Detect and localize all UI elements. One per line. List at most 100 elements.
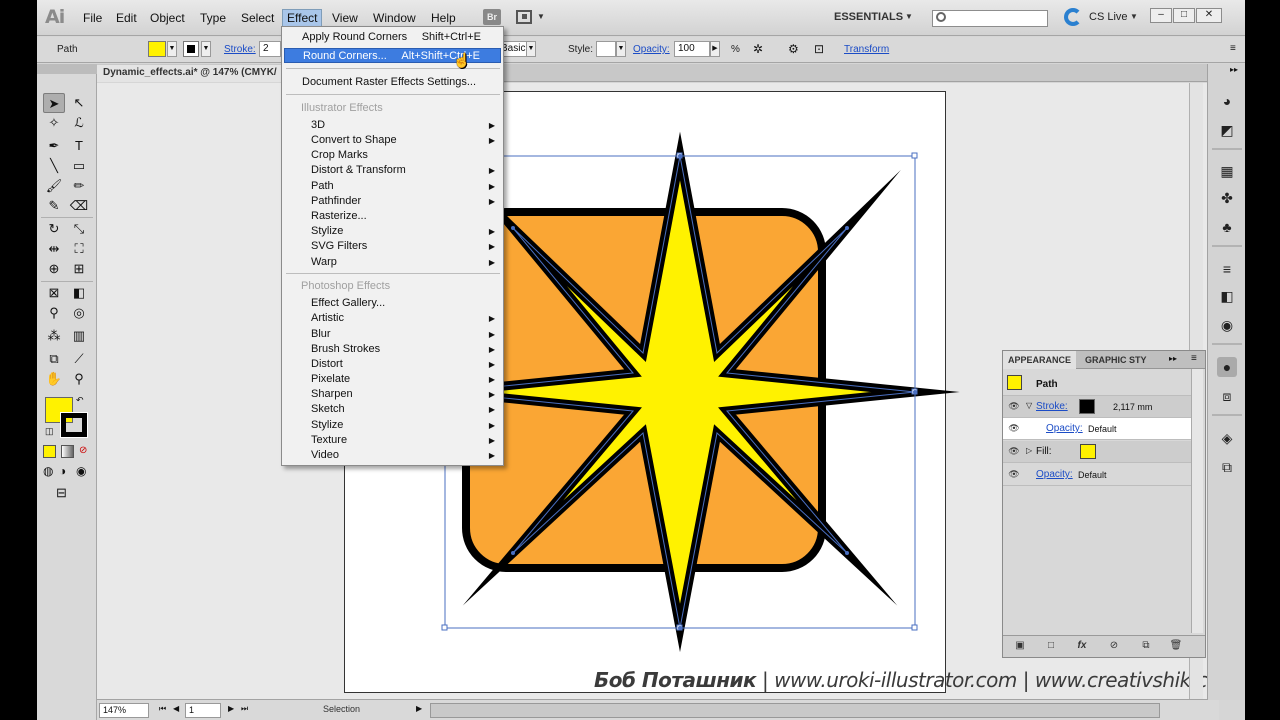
menu-item-apply-last-effect[interactable]: Apply Round Corners Shift+Ctrl+E	[284, 30, 501, 45]
chevron-down-icon[interactable]: ▼	[905, 12, 913, 21]
menu-item-3d[interactable]: 3D ▶	[284, 118, 501, 133]
menu-item-sharpen[interactable]: Sharpen ▶	[284, 387, 501, 402]
previous-artboard-icon[interactable]: ◀	[173, 704, 179, 713]
color-guide-icon[interactable]: ◩	[1217, 120, 1237, 140]
shape-builder-tool-icon[interactable]: ⊕	[43, 259, 65, 279]
document-tab[interactable]: Dynamic_effects.ai* @ 147% (CMYK/	[97, 65, 284, 82]
menu-item-stylize-photoshop[interactable]: Stylize ▶	[284, 418, 501, 433]
chevron-down-icon[interactable]: ▼	[1130, 12, 1138, 21]
stroke-opacity-row[interactable]: 👁 Opacity: Default	[1003, 418, 1191, 440]
color-mode-icon[interactable]	[43, 445, 56, 458]
menu-item-path[interactable]: Path ▶	[284, 179, 501, 194]
panel-menu-icon[interactable]: ≡	[1230, 43, 1236, 54]
bridge-button[interactable]: Br	[483, 9, 501, 25]
tools-panel-header[interactable]	[37, 64, 97, 74]
menu-item-stylize[interactable]: Stylize ▶	[284, 224, 501, 239]
chevron-down-icon[interactable]: ▽	[1026, 401, 1032, 410]
menu-item-convert-to-shape[interactable]: Convert to Shape ▶	[284, 133, 501, 148]
recolor-icon[interactable]: ✲	[753, 42, 763, 56]
opacity-link[interactable]: Opacity:	[633, 44, 670, 55]
fill-swatch[interactable]	[148, 41, 166, 57]
paintbrush-tool-icon[interactable]: 🖌	[43, 176, 65, 196]
artboard-tool-icon[interactable]: ⧉	[43, 349, 65, 369]
menu-item-svg-filters[interactable]: SVG Filters ▶	[284, 239, 501, 254]
menu-item-pixelate[interactable]: Pixelate ▶	[284, 372, 501, 387]
hand-tool-icon[interactable]: ✋	[43, 369, 65, 389]
rectangle-tool-icon[interactable]: ▭	[68, 156, 90, 176]
selection-tool-icon[interactable]: ➤	[43, 93, 65, 113]
menu-object[interactable]: Object	[146, 10, 189, 28]
align-icon[interactable]: ⊡	[814, 42, 824, 56]
stroke-panel-icon[interactable]: ≡	[1217, 259, 1237, 279]
draw-inside-icon[interactable]: ◉	[76, 464, 86, 478]
swatches-panel-icon[interactable]: ▦	[1217, 161, 1237, 181]
cs-live-button[interactable]: CS Live	[1089, 11, 1128, 23]
menu-item-effect-gallery[interactable]: Effect Gallery...	[284, 296, 501, 311]
arrange-documents-icon[interactable]	[516, 10, 532, 24]
tab-graphic-styles[interactable]: GRAPHIC STY	[1080, 351, 1152, 369]
scale-tool-icon[interactable]: ⤡	[68, 219, 90, 239]
menu-item-pathfinder[interactable]: Pathfinder ▶	[284, 194, 501, 209]
stroke-link[interactable]: Stroke:	[1036, 401, 1068, 412]
chevron-down-icon[interactable]: ▼	[537, 12, 545, 21]
brushes-panel-icon[interactable]: ✤	[1217, 188, 1237, 208]
perspective-grid-tool-icon[interactable]: ⊞	[68, 259, 90, 279]
pencil-tool-icon[interactable]: ✏	[68, 176, 90, 196]
menu-item-rasterize[interactable]: Rasterize...	[284, 209, 501, 224]
free-transform-tool-icon[interactable]: ⛶	[68, 239, 90, 259]
artboards-panel-icon[interactable]: ⧉	[1217, 457, 1237, 477]
opacity-stepper[interactable]: ▶	[710, 41, 720, 57]
menu-type[interactable]: Type	[196, 10, 230, 28]
stroke-color-swatch[interactable]	[1079, 399, 1095, 414]
eye-icon[interactable]: 👁	[1007, 468, 1021, 481]
add-effect-icon[interactable]: fx	[1075, 640, 1089, 653]
zoom-tool-icon[interactable]: ⚲	[68, 369, 90, 389]
duplicate-item-icon[interactable]: ⧉	[1139, 640, 1153, 653]
collapse-panel-icon[interactable]: ▸▸	[1169, 354, 1177, 363]
chevron-right-icon[interactable]: ▷	[1026, 446, 1032, 455]
draw-normal-icon[interactable]: ◍	[43, 464, 53, 478]
fill-dropdown[interactable]: ▼	[167, 41, 177, 57]
panel-menu-icon[interactable]: ≡	[1191, 353, 1197, 364]
eye-icon[interactable]: 👁	[1007, 445, 1021, 458]
opacity-row[interactable]: 👁 Opacity: Default	[1003, 464, 1191, 486]
gradient-panel-icon[interactable]: ◧	[1217, 286, 1237, 306]
column-graph-tool-icon[interactable]: ▥	[68, 326, 90, 346]
menu-item-brush-strokes[interactable]: Brush Strokes ▶	[284, 342, 501, 357]
menu-item-distort[interactable]: Distort ▶	[284, 357, 501, 372]
menu-item-artistic[interactable]: Artistic ▶	[284, 311, 501, 326]
menu-edit[interactable]: Edit	[112, 10, 141, 28]
transparency-panel-icon[interactable]: ◉	[1217, 315, 1237, 335]
none-mode-icon[interactable]: ⊘	[79, 445, 87, 456]
layers-panel-icon[interactable]: ◈	[1217, 428, 1237, 448]
stroke-dropdown[interactable]: ▼	[201, 41, 211, 57]
fill-row[interactable]: 👁 ▷ Fill:	[1003, 441, 1191, 463]
menu-item-video[interactable]: Video ▶	[284, 448, 501, 463]
menu-item-raster-settings[interactable]: Document Raster Effects Settings...	[284, 75, 501, 90]
search-input[interactable]	[932, 10, 1048, 27]
menu-select[interactable]: Select	[237, 10, 278, 28]
clear-appearance-icon[interactable]: ⊘	[1107, 640, 1121, 653]
blob-brush-tool-icon[interactable]: ✎	[43, 196, 65, 216]
gradient-mode-icon[interactable]	[61, 445, 74, 458]
lasso-tool-icon[interactable]: ℒ	[68, 113, 90, 133]
width-tool-icon[interactable]: ⇹	[43, 239, 65, 259]
direct-selection-tool-icon[interactable]: ↖	[68, 93, 90, 113]
last-artboard-icon[interactable]: ⏭	[241, 704, 248, 714]
symbol-sprayer-tool-icon[interactable]: ⁂	[43, 326, 65, 346]
panel-scrollbar[interactable]	[1191, 369, 1203, 633]
stroke-swatch[interactable]	[183, 41, 199, 57]
magic-wand-tool-icon[interactable]: ✧	[43, 113, 65, 133]
default-colors-icon[interactable]: ◫	[45, 426, 54, 437]
type-tool-icon[interactable]: T	[68, 136, 90, 156]
trash-icon[interactable]: 🗑	[1169, 640, 1183, 653]
stroke-weight-field[interactable]: 2	[259, 41, 281, 57]
menu-item-warp[interactable]: Warp ▶	[284, 255, 501, 270]
rotate-tool-icon[interactable]: ↻	[43, 219, 65, 239]
appearance-panel-icon[interactable]: ●	[1217, 357, 1237, 377]
stroke-link[interactable]: Stroke:	[224, 44, 256, 55]
transform-link[interactable]: Transform	[844, 44, 889, 55]
menu-item-texture[interactable]: Texture ▶	[284, 433, 501, 448]
status-menu-icon[interactable]: ▶	[416, 704, 422, 713]
fill-color-swatch[interactable]	[1080, 444, 1096, 459]
